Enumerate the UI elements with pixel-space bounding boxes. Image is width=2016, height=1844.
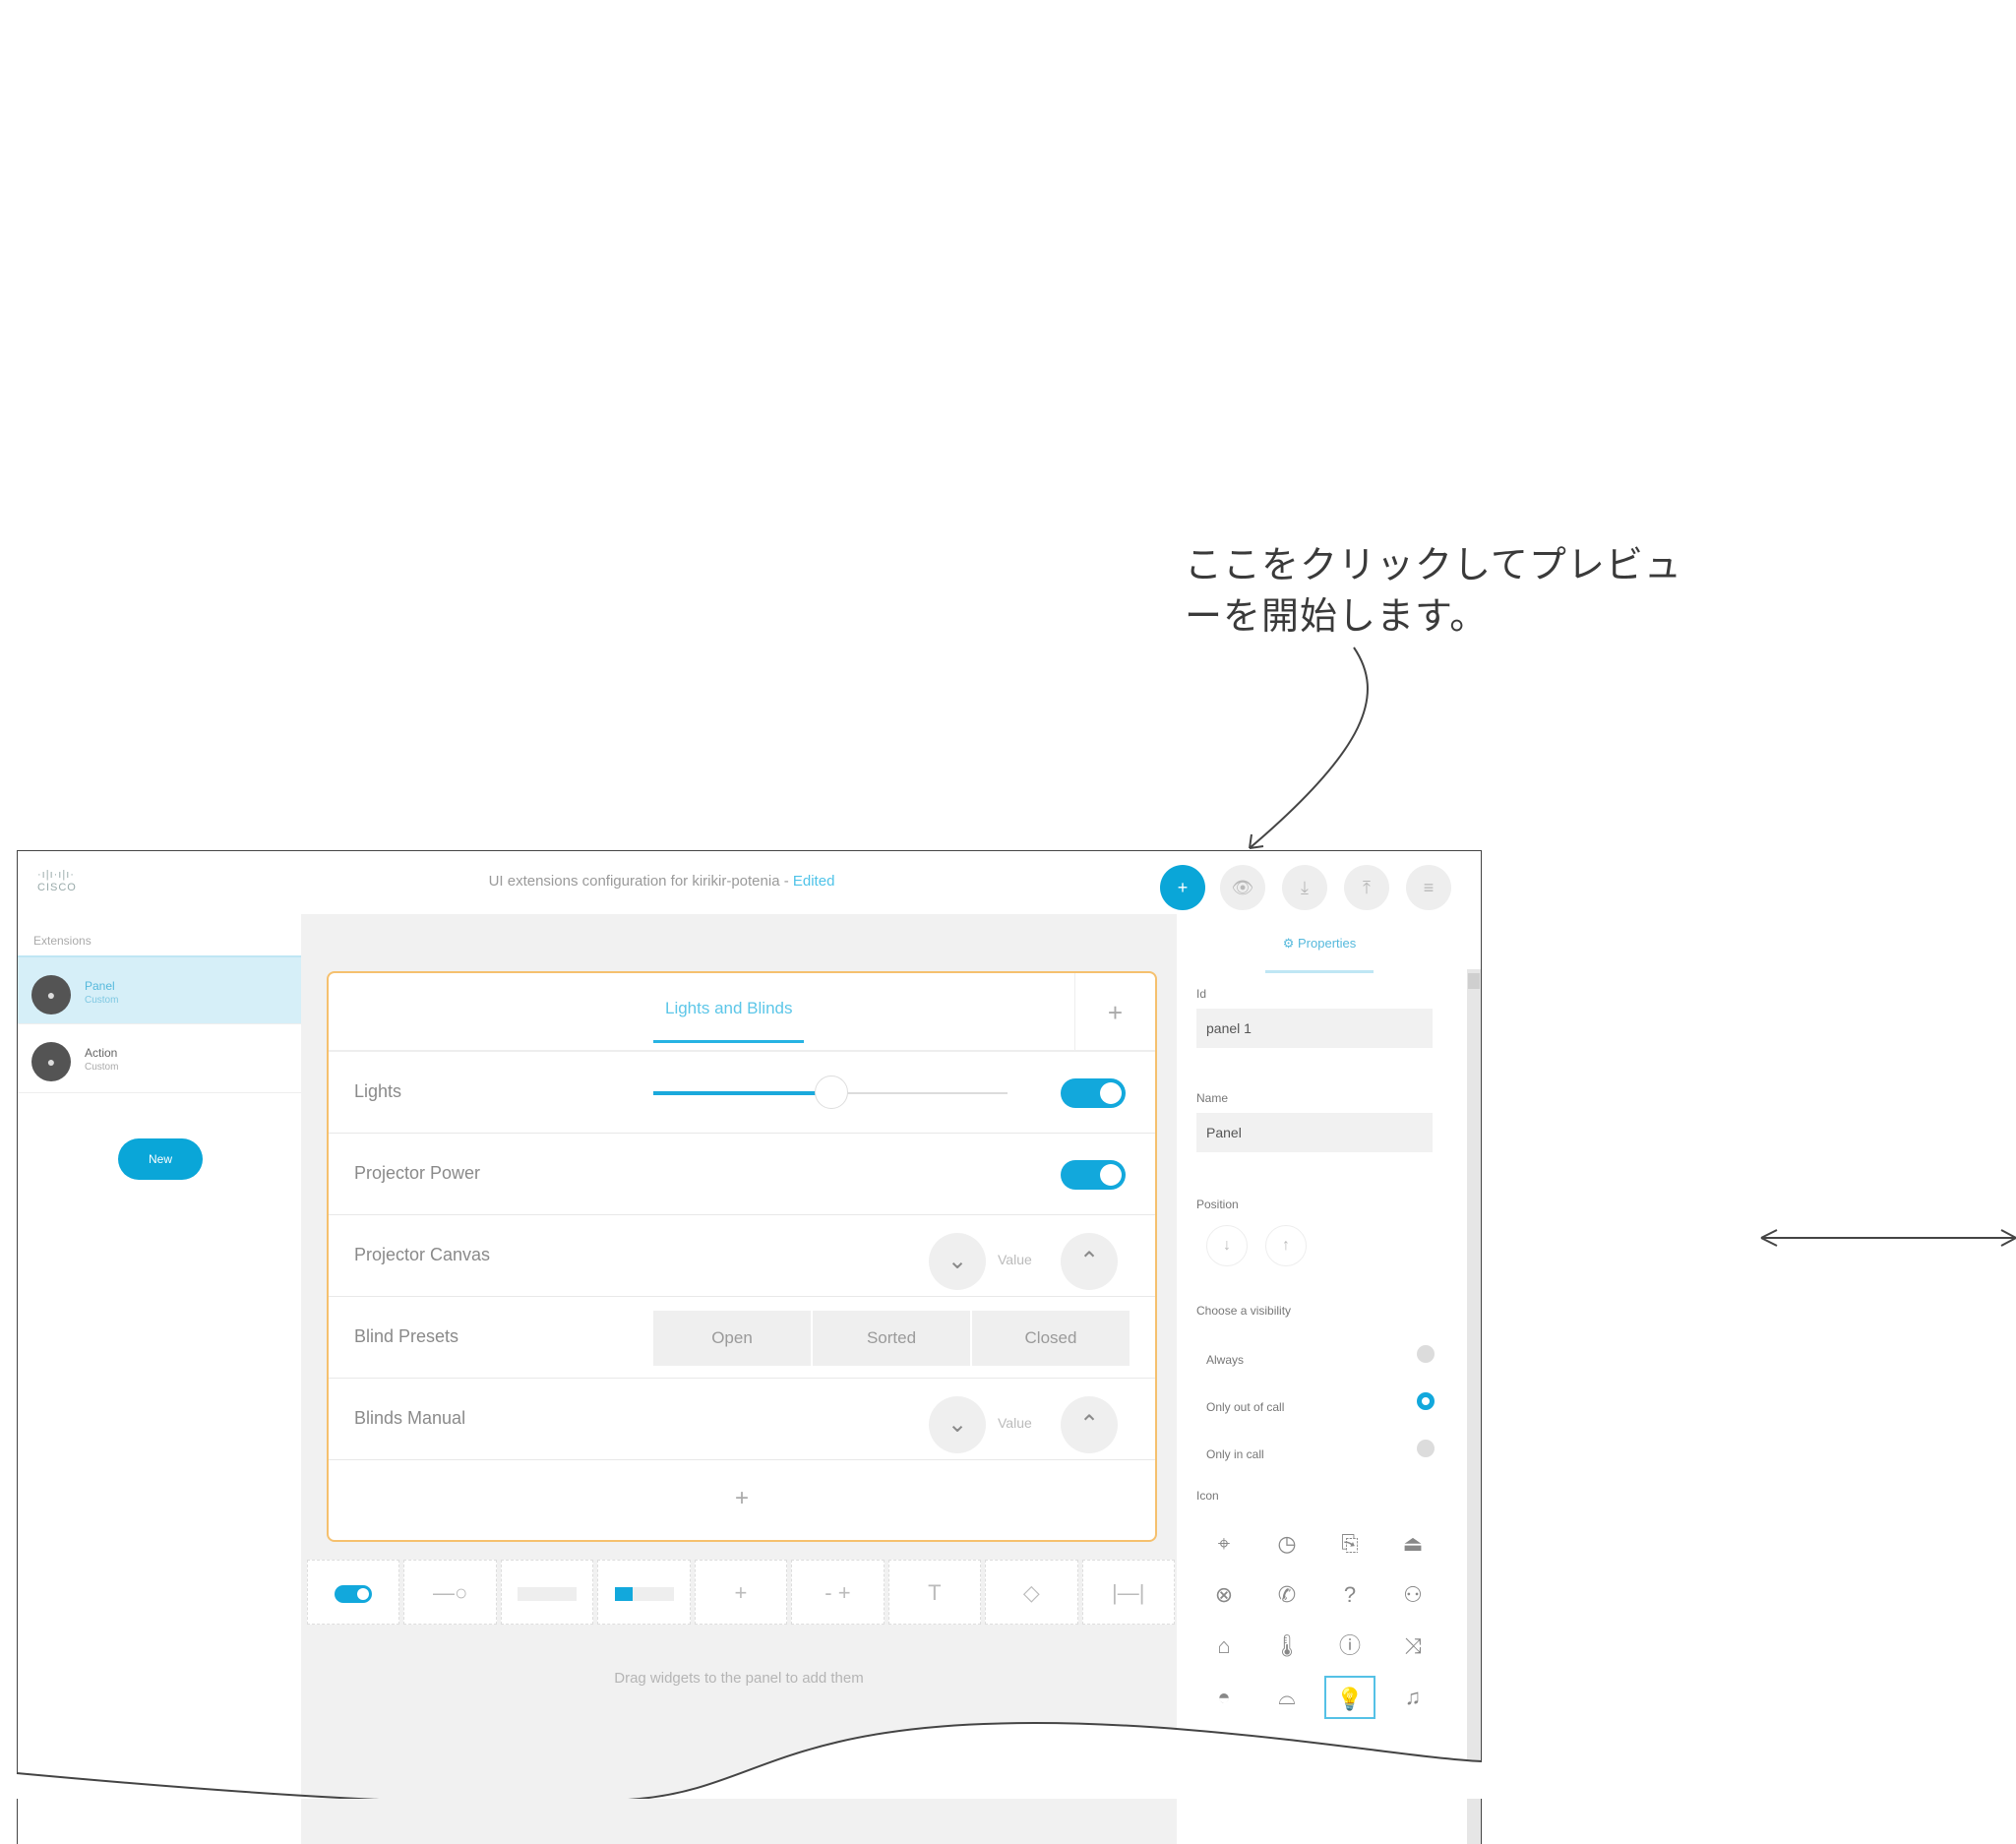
callout-leader-line (1249, 646, 1369, 849)
widget-progress[interactable] (597, 1560, 691, 1625)
new-extension-button[interactable]: New (118, 1138, 203, 1180)
help-icon[interactable]: ? (1324, 1573, 1375, 1617)
visibility-in-call-radio[interactable] (1417, 1440, 1435, 1457)
widget-spacer[interactable]: |—| (1081, 1560, 1175, 1625)
home-icon[interactable]: ⌂ (1198, 1625, 1250, 1668)
widget-text[interactable]: T (887, 1560, 982, 1625)
lightbulb-icon: ● (31, 1042, 71, 1081)
top-bar: ·ı|ı·ı|ı· CISCO UI extensions configurat… (18, 851, 1481, 914)
slider-icon: —○ (433, 1580, 468, 1605)
menu-button[interactable]: ≡ (1406, 865, 1451, 910)
info-icon[interactable]: ⓘ (1324, 1625, 1375, 1668)
callout-text: ここをクリックしてプレビュ ーを開始します。 (1185, 539, 1682, 642)
projector-power-toggle[interactable] (1061, 1160, 1126, 1190)
preset-closed-button[interactable]: Closed (972, 1311, 1130, 1366)
row-blind-presets: Blind Presets Open Sorted Closed (329, 1297, 1155, 1379)
row-lights: Lights (329, 1052, 1155, 1134)
extension-item-panel[interactable]: ● Panel Custom (18, 955, 301, 1024)
download-button[interactable]: ⤓ (1282, 865, 1327, 910)
chevron-up-icon[interactable]: ⌃ (1061, 1396, 1118, 1453)
blinds-icon[interactable]: ⏏ (1387, 1522, 1438, 1566)
briefing-icon[interactable]: ⌖ (1198, 1522, 1250, 1566)
editor-canvas: Lights and Blinds + Lights Projector Pow… (301, 914, 1177, 1844)
visibility-out-of-call-radio[interactable] (1417, 1392, 1435, 1410)
drag-hint: Drag widgets to the panel to add them (614, 1670, 864, 1687)
headphones-icon[interactable]: ⌓ (1261, 1676, 1313, 1719)
widget-text-field[interactable] (500, 1560, 594, 1625)
width-arrow-icon (1760, 1229, 2016, 1247)
shuffle-icon[interactable]: ⤨ (1387, 1625, 1438, 1668)
widget-toggle[interactable] (307, 1560, 400, 1625)
preset-open-button[interactable]: Open (653, 1311, 813, 1366)
text-field-icon (518, 1587, 578, 1602)
lights-slider-fill (653, 1091, 830, 1095)
editor-screenshot: ·ı|ı·ı|ı· CISCO UI extensions configurat… (17, 850, 1482, 1844)
id-field[interactable]: panel 1 (1196, 1009, 1433, 1048)
arrow-up-icon[interactable]: ↑ (1265, 1225, 1307, 1266)
panel-preview: Lights and Blinds + Lights Projector Pow… (327, 971, 1157, 1542)
panel-tab-bar: Lights and Blinds + (329, 973, 1155, 1052)
row-projector-canvas: Projector Canvas ⌄ Value ⌃ (329, 1215, 1155, 1297)
concierge-icon[interactable]: ⚇ (1387, 1573, 1438, 1617)
disc-icon[interactable]: ⊗ (1198, 1573, 1250, 1617)
properties-scrollbar[interactable] (1467, 969, 1481, 1844)
properties-panel: ⚙ Properties Id panel 1 Name Panel Posit… (1177, 914, 1466, 1844)
callout-arrow-head (1249, 833, 1264, 849)
extensions-sidebar: Extensions ● Panel Custom ● Action Custo… (18, 914, 301, 1844)
widget-spinner[interactable]: - + (791, 1560, 885, 1625)
widget-button[interactable]: + (694, 1560, 788, 1625)
callout-line-1: ここをクリックしてプレビュ (1185, 543, 1682, 586)
widget-slider[interactable]: —○ (403, 1560, 497, 1625)
properties-scroll-thumb[interactable] (1468, 973, 1480, 989)
thermometer-icon[interactable]: 🌡 (1261, 1625, 1313, 1668)
row-projector-power: Projector Power (329, 1134, 1155, 1215)
widget-directional-pad[interactable]: ◇ (985, 1560, 1078, 1625)
music-icon[interactable]: ♫ (1387, 1676, 1438, 1719)
add-button[interactable]: + (1160, 865, 1205, 910)
add-row-button[interactable]: + (329, 1460, 1155, 1537)
camera-icon[interactable]: ⎘ (1324, 1522, 1375, 1566)
handset-icon[interactable]: ✆ (1261, 1573, 1313, 1617)
toggle-icon (335, 1585, 373, 1604)
clock-icon[interactable]: ◷ (1261, 1522, 1313, 1566)
edited-status: Edited (792, 873, 835, 890)
lights-slider-handle[interactable] (815, 1076, 848, 1109)
callout-line-2: ーを開始します。 (1185, 594, 1489, 638)
row-blinds-manual: Blinds Manual ⌄ Value ⌃ (329, 1379, 1155, 1460)
blind-presets-group: Open Sorted Closed (653, 1311, 1130, 1366)
progress-icon (614, 1587, 674, 1602)
extension-item-action[interactable]: ● Action Custom (18, 1024, 301, 1093)
widget-palette: —○ + - + T ◇ |—| (307, 1560, 1175, 1629)
chevron-down-icon[interactable]: ⌄ (929, 1233, 986, 1290)
tab-lights-and-blinds[interactable]: Lights and Blinds (653, 999, 805, 1043)
chevron-down-icon[interactable]: ⌄ (929, 1396, 986, 1453)
tab-properties[interactable]: ⚙ Properties (1265, 924, 1374, 973)
preview-button[interactable]: 👁 (1220, 865, 1265, 910)
preset-sorted-button[interactable]: Sorted (813, 1311, 972, 1366)
lightbulb-icon[interactable]: 💡 (1324, 1676, 1375, 1719)
upload-button[interactable]: ⤒ (1344, 865, 1389, 910)
lights-toggle[interactable] (1061, 1078, 1126, 1108)
icon-picker: ⌖ ◷ ⎘ ⏏ ⊗ ✆ ? ⚇ ⌂ 🌡 ⓘ ⤨ ◓ ⌓ 💡 ♫ (1198, 1522, 1446, 1719)
media-icon[interactable]: ◓ (1198, 1676, 1250, 1719)
lightbulb-icon: ● (31, 975, 71, 1014)
arrow-down-icon[interactable]: ↓ (1206, 1225, 1248, 1266)
name-field[interactable]: Panel (1196, 1113, 1433, 1152)
visibility-always-radio[interactable] (1417, 1345, 1435, 1363)
add-page-button[interactable]: + (1074, 973, 1155, 1052)
sidebar-header: Extensions (33, 934, 92, 948)
chevron-up-icon[interactable]: ⌃ (1061, 1233, 1118, 1290)
